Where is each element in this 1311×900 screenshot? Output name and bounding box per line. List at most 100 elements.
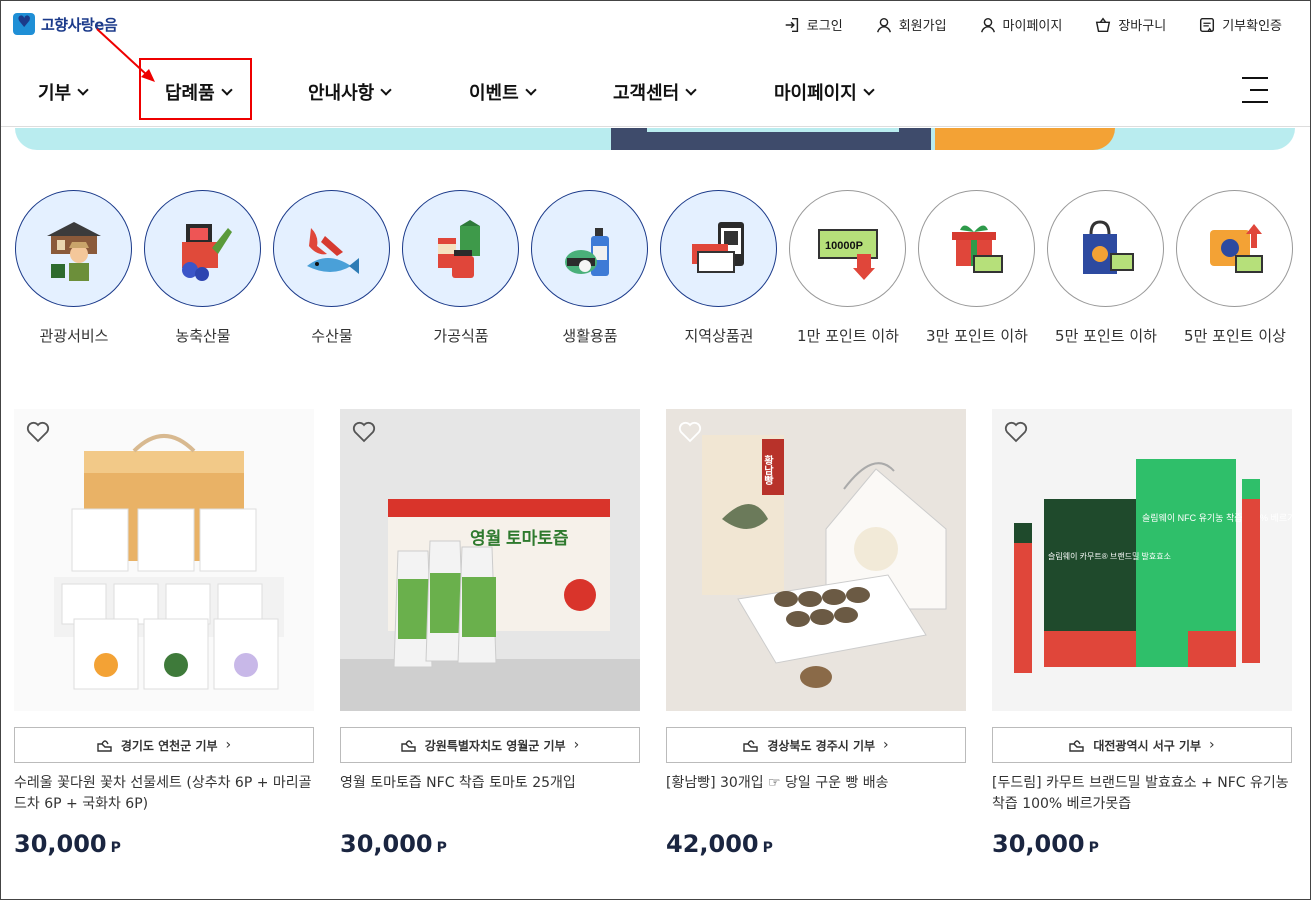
user-icon	[876, 17, 891, 32]
processed-food-icon	[402, 190, 519, 307]
category-label: 3만 포인트 이하	[926, 327, 1028, 345]
tourism-icon	[15, 190, 132, 307]
category-voucher[interactable]: 지역상품권	[660, 190, 778, 346]
product-name[interactable]: 수레울 꽃다원 꽃차 선물세트 (상추차 6P + 마리골드차 6P + 국화차…	[14, 773, 314, 815]
nav-label: 고객센터	[613, 83, 680, 104]
nav-label: 기부	[38, 83, 72, 104]
signup-link[interactable]: 회원가입	[875, 15, 947, 34]
signup-label: 회원가입	[898, 19, 947, 34]
household-goods-icon	[531, 190, 648, 307]
cart-label: 장바구니	[1118, 19, 1167, 34]
category-farm-produce[interactable]: 농축산물	[144, 190, 262, 346]
price-value: 30,000	[14, 830, 107, 858]
slimway-box2-text: 슬림웨이 NFC 유기농 착즙 100% 베르가못즙	[1142, 512, 1292, 523]
wishlist-heart-icon[interactable]	[1004, 421, 1028, 443]
hamburger-menu-icon[interactable]	[1242, 77, 1268, 105]
shopping-bag-icon	[1047, 190, 1164, 307]
product-price: 30,000 P	[992, 830, 1099, 858]
login-link[interactable]: 로그인	[783, 15, 843, 34]
tomato-box-text: 영월 토마토즙	[470, 529, 569, 548]
region-donation-button[interactable]: 대전광역시 서구 기부 ›	[992, 727, 1292, 763]
product-card[interactable]: 경기도 연천군 기부 › 수레울 꽃다원 꽃차 선물세트 (상추차 6P + 마…	[14, 409, 314, 858]
price-unit: P	[436, 840, 447, 856]
mypage-link[interactable]: 마이페이지	[979, 15, 1063, 34]
price-value: 42,000	[666, 830, 759, 858]
product-card[interactable]: 슬림웨이 NFC 유기농 착즙 100% 베르가못즙 슬림웨이 카무트® 브랜드…	[992, 409, 1292, 858]
farm-produce-icon	[144, 190, 261, 307]
region-donation-button[interactable]: 경기도 연천군 기부 ›	[14, 727, 314, 763]
category-seafood[interactable]: 수산물	[273, 190, 391, 346]
category-tourism[interactable]: 관광서비스	[15, 190, 133, 346]
seafood-icon	[273, 190, 390, 307]
nav-customer-center[interactable]: 고객센터	[613, 79, 697, 105]
region-label: 경상북도 경주시 기부	[767, 738, 876, 753]
donation-hand-icon	[401, 740, 416, 752]
wishlist-heart-icon[interactable]	[26, 421, 50, 443]
product-name[interactable]: 영월 토마토즙 NFC 착즙 토마토 25개입	[340, 773, 640, 794]
category-over-50000[interactable]: 5만 포인트 이상	[1176, 190, 1294, 346]
user-icon	[980, 17, 995, 32]
wishlist-heart-icon[interactable]	[352, 421, 376, 443]
certificate-icon	[1200, 17, 1215, 32]
category-label: 5만 포인트 이상	[1184, 327, 1286, 345]
login-icon	[785, 17, 798, 32]
product-card[interactable]: 황남빵 경상북도 경주시 기부 › [황남빵] 30개입 ☞ 당일 구운 빵 배…	[666, 409, 966, 858]
product-image[interactable]: 황남빵	[666, 409, 966, 711]
donation-hand-icon	[1069, 740, 1085, 752]
region-label: 강원특별자치도 영월군 기부	[424, 738, 566, 753]
nav-events[interactable]: 이벤트	[469, 79, 537, 105]
donation-certificate-link[interactable]: 기부확인증	[1198, 15, 1282, 34]
category-under-30000[interactable]: 3만 포인트 이하	[918, 190, 1036, 346]
product-image[interactable]: 영월 토마토즙	[340, 409, 640, 711]
cart-icon	[1096, 17, 1111, 32]
cart-link[interactable]: 장바구니	[1094, 15, 1166, 34]
category-under-10000[interactable]: 10000P 1만 포인트 이하	[789, 190, 907, 346]
nav-label: 안내사항	[308, 83, 375, 104]
gift-box-icon	[918, 190, 1035, 307]
donation-hand-icon	[97, 740, 112, 752]
voucher-icon	[660, 190, 777, 307]
donation-hand-icon	[743, 740, 759, 752]
highlight-annotation-box	[139, 58, 252, 120]
category-label: 5만 포인트 이하	[1055, 327, 1157, 345]
site-logo[interactable]: 고향사랑e음	[13, 12, 118, 35]
chevron-right-icon: ›	[573, 737, 580, 753]
price-unit: P	[1088, 840, 1099, 856]
chevron-down-icon	[863, 84, 875, 96]
product-card[interactable]: 영월 토마토즙 강원특별자치도 영월군 기부 › 영월 토마토즙 NFC 착즙 …	[340, 409, 640, 858]
category-under-50000[interactable]: 5만 포인트 이하	[1047, 190, 1165, 346]
chevron-right-icon: ›	[1209, 737, 1215, 753]
slimway-box-text: 슬림웨이 카무트® 브랜드밀 발효효소	[1048, 551, 1171, 561]
product-name[interactable]: [황남빵] 30개입 ☞ 당일 구운 빵 배송	[666, 773, 966, 794]
category-label: 1만 포인트 이하	[797, 327, 899, 345]
nav-mypage[interactable]: 마이페이지	[774, 79, 875, 105]
product-price: 30,000 P	[340, 830, 447, 858]
product-price: 30,000 P	[14, 830, 121, 858]
wishlist-heart-icon[interactable]	[678, 421, 702, 443]
login-label: 로그인	[806, 19, 843, 34]
region-label: 대전광역시 서구 기부	[1093, 738, 1202, 753]
nav-label: 이벤트	[469, 83, 519, 104]
category-household[interactable]: 생활용품	[531, 190, 649, 346]
category-list: 관광서비스 농축산물 수산물 가공식품 생활용품 지역상품권 10000P 1만…	[15, 190, 1305, 350]
nav-label: 마이페이지	[774, 83, 857, 104]
product-image[interactable]: 슬림웨이 NFC 유기농 착즙 100% 베르가못즙 슬림웨이 카무트® 브랜드…	[992, 409, 1292, 711]
hero-banner[interactable]	[15, 128, 1295, 150]
nav-donation[interactable]: 기부	[38, 79, 89, 105]
category-processed-food[interactable]: 가공식품	[402, 190, 520, 346]
bread-box-text: 황남빵	[762, 454, 774, 486]
chevron-right-icon: ›	[225, 737, 232, 753]
region-donation-button[interactable]: 경상북도 경주시 기부 ›	[666, 727, 966, 763]
chevron-down-icon	[525, 84, 537, 96]
region-label: 경기도 연천군 기부	[120, 738, 218, 753]
points-10000-icon: 10000P	[789, 190, 906, 307]
page-frame: 고향사랑e음 로그인 회원가입 마이페이지 장바구니 기부확인증	[0, 0, 1311, 900]
category-label: 농축산물	[175, 327, 231, 345]
region-donation-button[interactable]: 강원특별자치도 영월군 기부 ›	[340, 727, 640, 763]
product-name[interactable]: [두드림] 카무트 브랜드밀 발효효소 + NFC 유기농 착즙 100% 베르…	[992, 773, 1292, 815]
mypage-label: 마이페이지	[1002, 19, 1063, 34]
price-value: 30,000	[340, 830, 433, 858]
nav-notices[interactable]: 안내사항	[308, 79, 392, 105]
utility-links: 로그인 회원가입 마이페이지 장바구니 기부확인증	[783, 15, 1282, 34]
product-image[interactable]	[14, 409, 314, 711]
